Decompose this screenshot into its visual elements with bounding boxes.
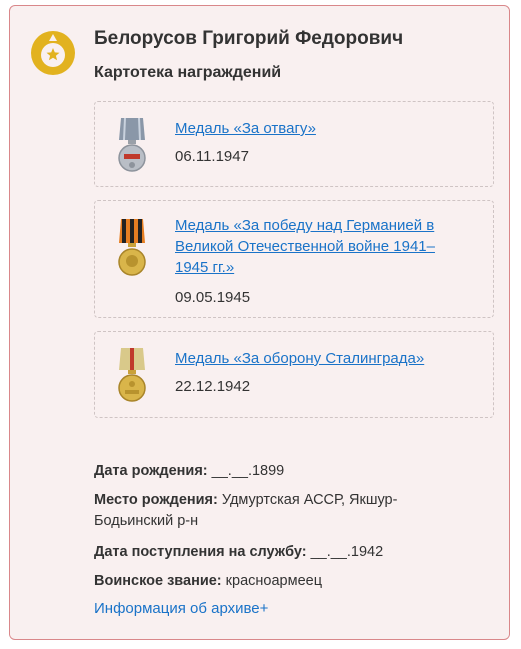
award-item: Медаль «За оборону Сталинграда» 22.12.19…: [94, 331, 494, 418]
award-date: 22.12.1942: [175, 378, 251, 395]
medal-defense-of-stalingrad-icon: [118, 348, 146, 402]
medal-victory-over-germany-icon: [118, 219, 146, 276]
archive-info-link[interactable]: Информация об архиве+: [94, 600, 268, 617]
award-date: 06.11.1947: [175, 148, 249, 165]
award-card: Белорусов Григорий Федорович Картотека н…: [9, 5, 510, 640]
award-item: Медаль «За победу над Германией в Велико…: [94, 200, 494, 318]
medal-for-courage-icon: [118, 117, 146, 172]
section-title: Картотека награждений: [94, 64, 282, 81]
award-title-link[interactable]: Медаль «За оборону Сталинграда»: [175, 348, 424, 369]
award-item: Медаль «За отвагу» 06.11.1947: [94, 101, 494, 187]
award-date: 09.05.1945: [175, 289, 251, 306]
award-title-link[interactable]: Медаль «За отвагу»: [175, 118, 316, 139]
service-date-row: Дата поступления на службу: __.__.1942: [94, 544, 384, 560]
birth-date-row: Дата рождения: __.__.1899: [94, 463, 285, 479]
birth-place-row: Место рождения: Удмуртская АССР, Якшур- …: [94, 492, 398, 529]
star-medal-icon: [31, 31, 75, 75]
award-title-link[interactable]: Медаль «За победу над Германией в Велико…: [175, 215, 435, 278]
person-name: Белорусов Григорий Федорович: [94, 28, 404, 49]
rank-row: Воинское звание: красноармеец: [94, 573, 322, 589]
